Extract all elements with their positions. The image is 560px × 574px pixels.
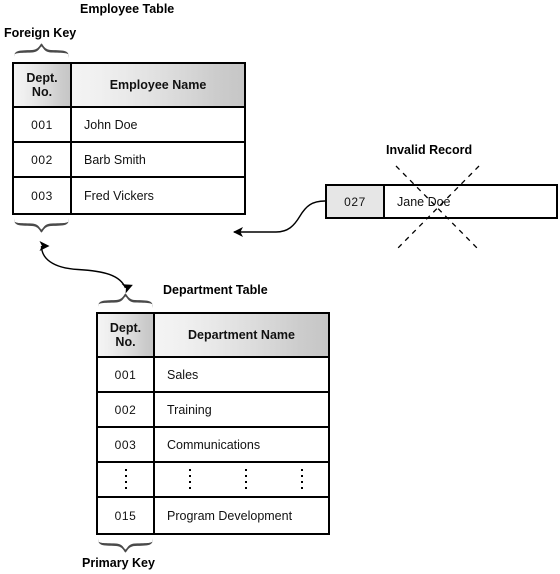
table-row[interactable]: 002 Training [98,393,328,428]
department-header-dept-no-line1: Dept. [109,321,142,335]
primary-key-label: Primary Key [82,556,155,570]
diagram-canvas: Employee Table Foreign Key Invalid Recor… [0,0,560,574]
ellipsis-cell-name [155,463,328,496]
vertical-ellipsis-icon [124,468,127,491]
employee-cell-dept-no: 002 [14,143,72,176]
vertical-ellipsis-icon [245,468,247,491]
foreign-key-label: Foreign Key [4,26,77,40]
department-header-name: Department Name [155,314,328,356]
invalid-record-name: Jane Doe [385,186,556,217]
invalid-record-title: Invalid Record [386,143,473,157]
employee-cell-name: Fred Vickers [84,188,154,203]
vertical-ellipsis-icon [189,468,191,491]
primary-key-brace-bottom [98,538,153,553]
employee-header-dept-no: Dept. No. [14,64,72,106]
invalid-record-arrow [233,200,326,237]
table-row[interactable]: 015 Program Development [98,498,328,533]
table-row[interactable]: 003 Communications [98,428,328,463]
employee-cell-name: Barb Smith [84,152,146,167]
department-cell-dept-no: 015 [98,498,155,533]
employee-header-dept-no-line2: No. [31,85,53,99]
department-cell-name: Training [167,402,212,417]
foreign-key-brace-bottom [14,218,69,233]
primary-key-brace-top [98,293,153,308]
foreign-key-brace-top [14,43,69,58]
department-cell-name: Program Development [167,508,293,523]
employee-table-title: Employee Table [80,2,175,16]
department-header-dept-no: Dept. No. [98,314,155,356]
table-row[interactable]: 002 Barb Smith [14,143,244,178]
department-table-title: Department Table [163,283,268,297]
department-cell-name: Sales [167,367,199,382]
employee-table-header-row: Dept. No. Employee Name [14,64,244,108]
department-cell-dept-no: 001 [98,358,155,391]
foreign-key-to-primary-key-connector [39,241,133,294]
department-cell-name: Communications [167,437,261,452]
table-row[interactable]: 001 John Doe [14,108,244,143]
department-header-dept-no-line2: No. [115,335,136,349]
department-cell-dept-no: 002 [98,393,155,426]
department-table[interactable]: Dept. No. Department Name 001 Sales 002 … [96,312,330,535]
employee-cell-dept-no: 003 [14,178,72,213]
employee-table[interactable]: Dept. No. Employee Name 001 John Doe 002… [12,62,246,215]
vertical-ellipsis-icon [301,468,303,491]
table-row-ellipsis [98,463,328,498]
invalid-record-cells: 027 Jane Doe [327,186,556,217]
ellipsis-cell-dept-no [98,463,155,496]
department-cell-dept-no: 003 [98,428,155,461]
employee-header-dept-no-line1: Dept. [26,71,58,85]
employee-cell-dept-no: 001 [14,108,72,141]
department-table-header-row: Dept. No. Department Name [98,314,328,358]
table-row[interactable]: 003 Fred Vickers [14,178,244,213]
invalid-record-dept-no: 027 [327,186,385,217]
invalid-record-row[interactable]: 027 Jane Doe [325,184,558,219]
table-row[interactable]: 001 Sales [98,358,328,393]
employee-header-name: Employee Name [72,64,244,106]
employee-cell-name: John Doe [84,117,138,132]
